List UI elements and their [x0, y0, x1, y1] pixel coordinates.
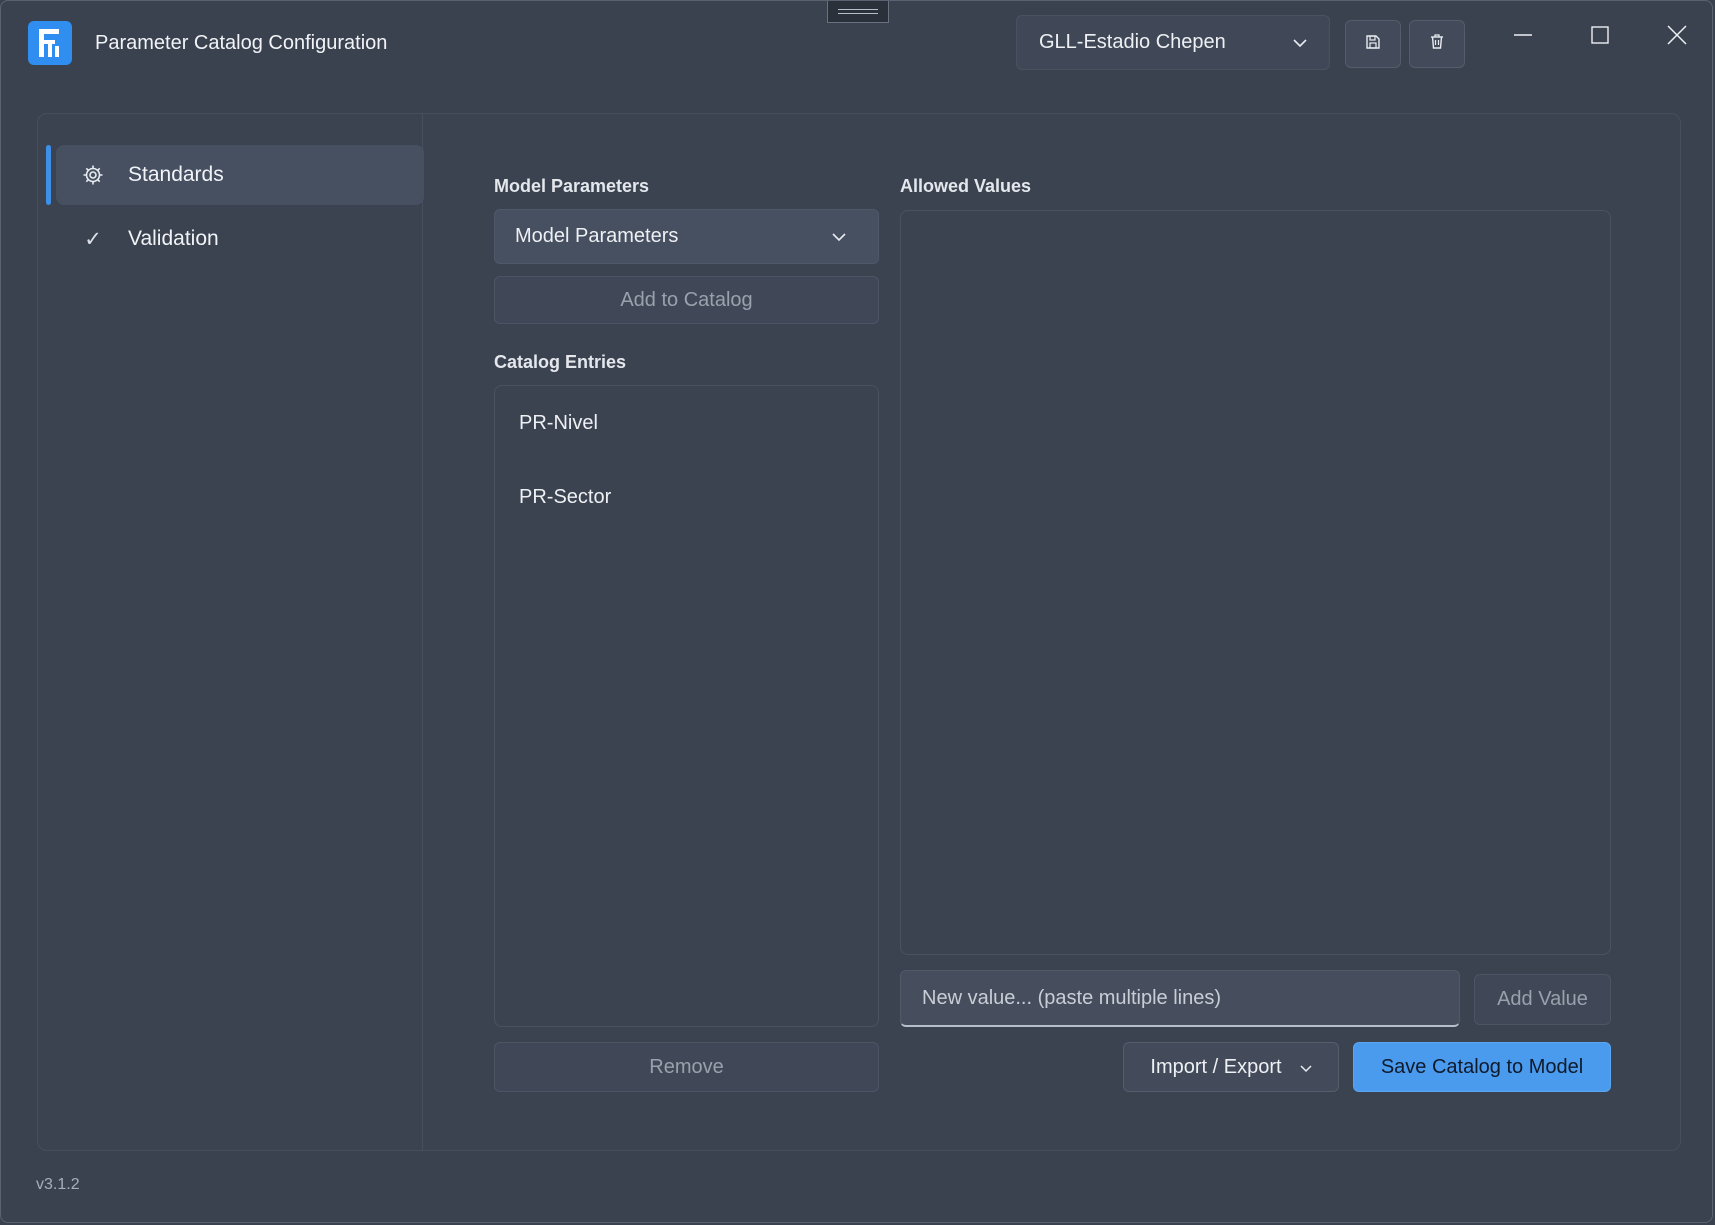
save-catalog-button[interactable]: Save Catalog to Model	[1353, 1042, 1611, 1092]
gear-icon	[80, 162, 106, 188]
add-to-catalog-button[interactable]: Add to Catalog	[494, 276, 879, 324]
model-parameters-heading: Model Parameters	[494, 176, 650, 196]
project-select[interactable]: GLL-Estadio Chepen	[1016, 15, 1330, 70]
title-bar: Parameter Catalog Configuration GLL-Esta…	[1, 1, 1712, 91]
chevron-down-icon	[1300, 1056, 1312, 1079]
maximize-icon	[1590, 25, 1610, 50]
list-item[interactable]: PR-Nivel	[519, 412, 598, 435]
list-item[interactable]: PR-Sector	[519, 486, 611, 509]
version-label: v3.1.2	[36, 1176, 80, 1193]
sidebar-item-standards[interactable]: Standards	[46, 145, 424, 205]
allowed-values-list[interactable]	[900, 210, 1611, 955]
active-indicator	[46, 145, 51, 205]
drag-handle[interactable]	[827, 1, 889, 23]
sidebar: Standards ✓ Validation	[38, 114, 424, 1150]
import-export-button[interactable]: Import / Export	[1123, 1042, 1339, 1092]
minimize-button[interactable]	[1503, 19, 1543, 55]
app-window: Parameter Catalog Configuration GLL-Esta…	[0, 0, 1713, 1223]
sidebar-item-label: Standards	[128, 163, 224, 186]
maximize-button[interactable]	[1580, 19, 1620, 55]
close-button[interactable]	[1657, 19, 1697, 55]
project-select-value: GLL-Estadio Chepen	[1039, 31, 1226, 53]
model-parameters-dropdown[interactable]: Model Parameters	[494, 209, 879, 264]
delete-button[interactable]	[1409, 20, 1465, 68]
add-value-button[interactable]: Add Value	[1474, 974, 1611, 1025]
save-icon	[1365, 34, 1381, 55]
save-button[interactable]	[1345, 20, 1401, 68]
check-icon: ✓	[84, 227, 102, 251]
sidebar-item-validation[interactable]: ✓ Validation	[56, 209, 424, 269]
main-panel: Standards ✓ Validation Model Parameters …	[37, 113, 1681, 1151]
chevron-down-icon	[1293, 31, 1307, 54]
window-title: Parameter Catalog Configuration	[95, 32, 388, 54]
sidebar-item-label: Validation	[128, 227, 219, 250]
trash-icon	[1429, 33, 1445, 55]
import-export-label: Import / Export	[1150, 1055, 1282, 1078]
allowed-values-heading: Allowed Values	[900, 176, 1032, 196]
remove-button[interactable]: Remove	[494, 1042, 879, 1092]
close-icon	[1667, 24, 1687, 50]
new-value-input[interactable]: New value... (paste multiple lines)	[900, 970, 1460, 1027]
minimize-icon	[1513, 25, 1533, 50]
model-parameters-dropdown-value: Model Parameters	[515, 225, 679, 247]
catalog-entries-heading: Catalog Entries	[494, 352, 627, 372]
chevron-down-icon	[832, 225, 846, 248]
catalog-entries-list[interactable]: PR-Nivel PR-Sector	[494, 385, 879, 1027]
app-logo-icon	[28, 21, 72, 65]
